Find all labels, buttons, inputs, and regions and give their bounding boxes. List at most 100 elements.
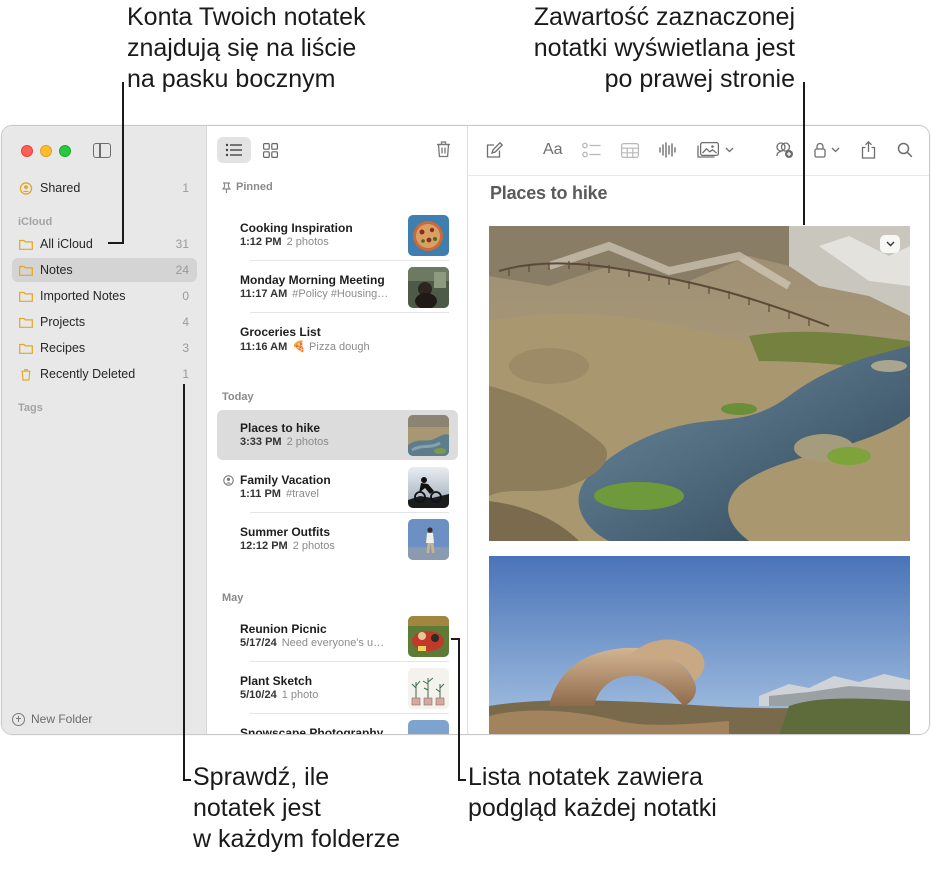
delete-note-button[interactable] [436,140,451,163]
callout-line: Zawartość zaznaczonej [533,3,795,31]
zoom-window-button[interactable] [59,145,71,157]
row-separator [250,512,449,513]
note-time: 11:17 AM [240,288,288,300]
sidebar-item-imported-notes[interactable]: Imported Notes 0 [12,284,197,308]
sidebar-item-label: Projects [40,315,86,329]
note-preview: #Policy #Housing… [292,288,389,300]
media-menu-button[interactable] [697,139,734,161]
note-meta: 11:17 AM #Policy #Housing… [240,288,400,300]
folder-icon [19,343,33,354]
collaborate-icon [776,142,793,158]
sidebar-item-recently-deleted[interactable]: Recently Deleted 1 [12,362,197,386]
outfit-thumbnail [408,519,449,560]
vacation-thumbnail [408,467,449,508]
sidebar-item-label: Recently Deleted [40,367,136,381]
folder-count: 31 [175,237,189,251]
checklist-button[interactable] [582,139,601,161]
sidebar-item-label: All iCloud [40,237,93,251]
chevron-down-icon [886,241,894,247]
note-title: Family Vacation [240,473,331,487]
hike-thumbnail [408,415,449,456]
note-time: 3:33 PM [240,436,282,448]
list-item-plant-sketch[interactable]: Plant Sketch 5/10/24 1 photo [217,663,458,714]
list-view-button[interactable] [217,137,251,163]
note-meta: 3:33 PM 2 photos [240,436,400,448]
callout-note-list: Lista notatek zawiera podgląd każdej not… [468,762,717,824]
callout-sidebar: Konta Twoich notatek znajdują się na liś… [127,2,366,95]
search-button[interactable] [897,139,913,161]
list-view-icon [225,143,242,157]
note-title: Places to hike [240,421,321,435]
list-item-summer-outfits[interactable]: Summer Outfits 12:12 PM 2 photos [217,514,458,564]
collapse-image-button[interactable] [880,235,900,253]
callout-line: znajdują się na liście [127,34,357,62]
note-list: Pinned Cooking Inspiration 1:12 PM 2 phot… [207,126,468,734]
share-icon [861,141,876,159]
gallery-view-icon [262,142,278,158]
list-item-family-vacation[interactable]: Family Vacation 1:11 PM #travel [217,462,458,513]
sidebar-item-projects[interactable]: Projects 4 [12,310,197,334]
sidebar-item-recipes[interactable]: Recipes 3 [12,336,197,360]
folder-count: 4 [182,315,189,329]
share-button[interactable] [861,139,876,161]
window-controls [21,145,71,157]
pizza-thumbnail [408,215,449,256]
waveform-icon [659,142,676,158]
folder-icon [19,317,33,328]
leader-line [108,242,123,244]
sidebar-item-all-icloud[interactable]: All iCloud 31 [12,232,197,256]
folder-icon [19,291,33,302]
gallery-view-button[interactable] [253,137,287,163]
list-item-groceries-list[interactable]: Groceries List 11:16 AM 🍕 Pizza dough [217,314,458,364]
callout-line: Lista notatek zawiera [468,763,703,791]
minimize-window-button[interactable] [40,145,52,157]
sidebar-item-shared[interactable]: Shared 1 [12,176,197,200]
note-meta: 5/10/24 1 photo [240,689,400,701]
note-preview: 2 photos [286,436,329,448]
note-meta: 1:11 PM #travel [240,488,400,500]
group-header-pinned: Pinned [222,181,273,193]
pin-icon [222,181,231,193]
note-preview: Need everyone's u… [281,637,385,649]
shared-person-icon [19,181,33,195]
audio-record-button[interactable] [659,139,677,161]
lock-icon [814,142,826,158]
leader-line [122,82,124,244]
new-note-button[interactable] [486,139,503,161]
format-button[interactable]: Aa [543,139,563,161]
note-meta: 5/17/24 Need everyone's u… [240,637,400,649]
notes-window: Shared 1 iCloud All iCloud 31 Notes 24 I… [1,125,930,735]
callout-content: Zawartość zaznaczonej notatki wyświetlan… [534,2,795,95]
sidebar-item-label: Recipes [40,341,86,355]
sidebar-item-label: Shared [40,181,81,195]
list-item-reunion-picnic[interactable]: Reunion Picnic 5/17/24 Need everyone's u… [217,611,458,662]
group-header-label: Today [222,391,254,403]
creek-photo[interactable] [489,226,910,541]
folder-icon [19,265,33,276]
list-item-monday-morning-meeting[interactable]: Monday Morning Meeting 11:17 AM #Policy #… [217,262,458,313]
note-title: Monday Morning Meeting [240,273,385,287]
note-title: Reunion Picnic [240,622,327,636]
list-item-cooking-inspiration[interactable]: Cooking Inspiration 1:12 PM 2 photos [217,210,458,261]
folder-count: 0 [182,289,189,303]
shared-person-icon [223,475,234,486]
leader-line [458,779,466,781]
list-item-places-to-hike[interactable]: Places to hike 3:33 PM 2 photos [217,410,458,460]
leader-line [803,82,805,225]
sidebar-toggle-icon[interactable] [93,143,111,158]
table-button[interactable] [621,139,639,161]
folder-count: 1 [182,367,189,381]
new-folder-button[interactable]: New Folder [12,712,92,726]
sidebar-item-label: Imported Notes [40,289,126,303]
collaborate-button[interactable] [774,139,794,161]
meeting-thumbnail [408,267,449,308]
close-window-button[interactable] [21,145,33,157]
toolbar-divider [468,175,929,176]
lock-note-button[interactable] [814,139,840,161]
arch-photo[interactable] [489,556,910,734]
callout-line: notatek jest [193,794,321,822]
list-item-snowscape-photography[interactable]: Snowscape Photography [217,715,458,734]
leader-line [183,384,185,780]
new-folder-label: New Folder [31,712,93,726]
sidebar-item-notes[interactable]: Notes 24 [12,258,197,282]
